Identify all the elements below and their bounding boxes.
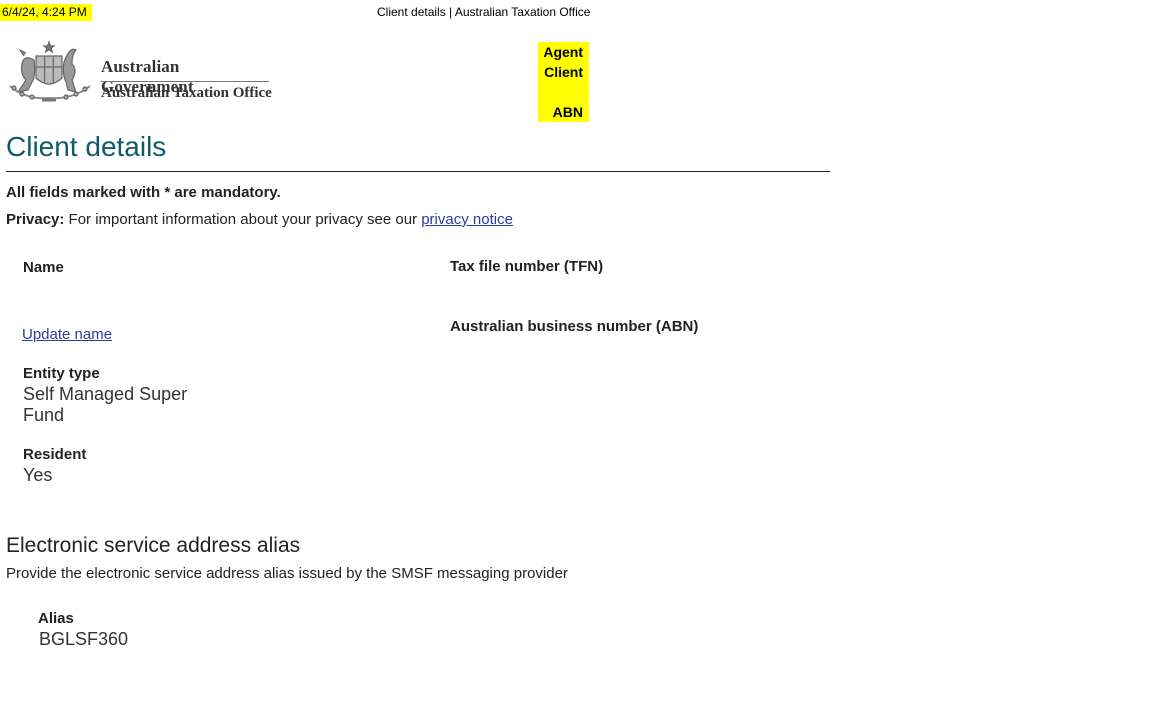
- name-label: Name: [23, 259, 64, 276]
- tfn-label: Tax file number (TFN): [450, 258, 604, 275]
- print-page-title: Client details | Australian Taxation Off…: [377, 5, 591, 19]
- page-title: Client details: [6, 131, 167, 162]
- highlight-box: Agent Client ABN: [538, 42, 589, 122]
- ato-text: Australian Taxation Office: [101, 85, 272, 101]
- privacy-label: Privacy:: [6, 211, 65, 228]
- entity-type-line-2: Fund: [23, 405, 65, 425]
- privacy-text: For important information about your pri…: [68, 211, 418, 228]
- logo-divider: [101, 81, 269, 82]
- entity-type-value: Self Managed Super Fund: [23, 384, 187, 426]
- coat-of-arms-icon: [9, 40, 91, 102]
- entity-type-line-1: Self Managed Super: [23, 384, 188, 404]
- abn-label: Australian business number (ABN): [450, 318, 699, 335]
- title-divider: [6, 171, 830, 172]
- privacy-notice-link[interactable]: privacy notice: [421, 211, 513, 228]
- print-datetime: 6/4/24, 4:24 PM: [0, 4, 92, 21]
- abn-highlight-label: ABN: [552, 104, 583, 120]
- alias-value: BGLSF360: [39, 629, 129, 649]
- update-name-link[interactable]: Update name: [22, 326, 112, 343]
- esa-description: Provide the electronic service address a…: [6, 565, 568, 582]
- alias-label: Alias: [38, 610, 74, 627]
- ato-logo: Australian Government Australian Taxatio…: [6, 40, 276, 106]
- client-label: Client: [544, 64, 583, 80]
- esa-heading: Electronic service address alias: [6, 534, 301, 557]
- agent-label: Agent: [543, 44, 583, 60]
- mandatory-note: All fields marked with * are mandatory.: [6, 184, 281, 201]
- resident-value: Yes: [23, 465, 53, 485]
- privacy-statement: Privacy: For important information about…: [6, 211, 513, 228]
- entity-type-label: Entity type: [23, 365, 100, 382]
- resident-label: Resident: [23, 446, 87, 463]
